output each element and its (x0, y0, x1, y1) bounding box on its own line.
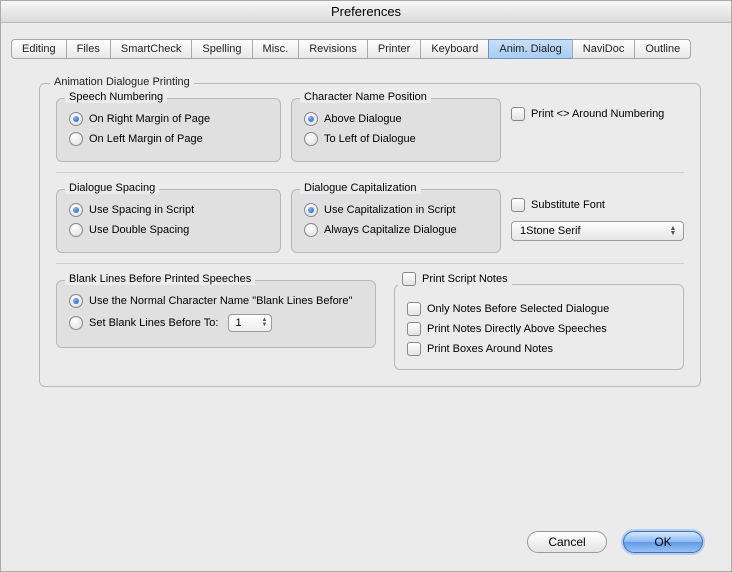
radio-label: Set Blank Lines Before To: (89, 317, 218, 329)
radio-icon (304, 112, 318, 126)
tab-revisions[interactable]: Revisions (298, 39, 367, 59)
radio-icon (304, 223, 318, 237)
check-boxes-around-notes[interactable]: Print Boxes Around Notes (407, 339, 671, 359)
font-select[interactable]: 1Stone Serif ▲▼ (511, 221, 684, 241)
window-title: Preferences (331, 4, 401, 19)
checkbox-icon (407, 322, 421, 336)
tab-spelling[interactable]: Spelling (191, 39, 251, 59)
stepper-value: 1 (235, 317, 241, 329)
radio-label: Always Capitalize Dialogue (324, 224, 457, 236)
radio-left-margin[interactable]: On Left Margin of Page (69, 129, 268, 149)
window-titlebar: Preferences (1, 1, 731, 23)
radio-icon (69, 316, 83, 330)
speech-numbering-fieldset: Speech Numbering On Right Margin of Page… (56, 98, 281, 162)
radio-icon (69, 203, 83, 217)
radio-spacing-script[interactable]: Use Spacing in Script (69, 200, 268, 220)
radio-label: Use the Normal Character Name "Blank Lin… (89, 295, 352, 307)
speech-numbering-legend: Speech Numbering (65, 91, 167, 103)
radio-label: On Right Margin of Page (89, 113, 210, 125)
radio-label: Use Double Spacing (89, 224, 189, 236)
radio-icon (69, 132, 83, 146)
blank-lines-stepper[interactable]: 1 ▲▼ (228, 314, 272, 332)
script-notes-fieldset: Print Script Notes Only Notes Before Sel… (394, 280, 684, 370)
tab-keyboard[interactable]: Keyboard (420, 39, 488, 59)
radio-above-dialogue[interactable]: Above Dialogue (304, 109, 488, 129)
radio-label: Use Capitalization in Script (324, 204, 455, 216)
button-label: Cancel (548, 535, 585, 549)
radio-double-spacing[interactable]: Use Double Spacing (69, 220, 268, 240)
check-only-notes-before[interactable]: Only Notes Before Selected Dialogue (407, 299, 671, 319)
blank-lines-legend: Blank Lines Before Printed Speeches (65, 273, 255, 285)
blank-lines-fieldset: Blank Lines Before Printed Speeches Use … (56, 280, 376, 348)
tab-files[interactable]: Files (66, 39, 110, 59)
group-title: Animation Dialogue Printing (50, 76, 194, 88)
dialogue-cap-legend: Dialogue Capitalization (300, 182, 421, 194)
cancel-button[interactable]: Cancel (527, 531, 607, 553)
dialogue-spacing-legend: Dialogue Spacing (65, 182, 159, 194)
radio-icon (304, 203, 318, 217)
radio-label: On Left Margin of Page (89, 133, 203, 145)
animation-dialogue-printing-group: Animation Dialogue Printing Speech Numbe… (39, 83, 701, 387)
tab-printer[interactable]: Printer (367, 39, 420, 59)
checkbox-icon (511, 198, 525, 212)
tab-anim-dialog[interactable]: Anim. Dialog (488, 39, 571, 59)
radio-icon (69, 223, 83, 237)
checkbox-label: Only Notes Before Selected Dialogue (427, 303, 609, 315)
select-value: 1Stone Serif (520, 225, 581, 237)
checkbox-icon (511, 107, 525, 121)
tab-navidoc[interactable]: NaviDoc (572, 39, 635, 59)
checkbox-icon (407, 302, 421, 316)
radio-cap-script[interactable]: Use Capitalization in Script (304, 200, 488, 220)
tab-smartcheck[interactable]: SmartCheck (110, 39, 192, 59)
checkbox-label: Print Notes Directly Above Speeches (427, 323, 607, 335)
content-pane: Animation Dialogue Printing Speech Numbe… (1, 59, 731, 387)
radio-blank-set[interactable]: Set Blank Lines Before To: 1 ▲▼ (69, 311, 363, 335)
radio-icon (69, 112, 83, 126)
checkbox-label: Print Boxes Around Notes (427, 343, 553, 355)
tab-bar: Editing Files SmartCheck Spelling Misc. … (11, 39, 721, 59)
radio-left-of-dialogue[interactable]: To Left of Dialogue (304, 129, 488, 149)
updown-arrows-icon: ▲▼ (667, 226, 679, 236)
dialogue-spacing-fieldset: Dialogue Spacing Use Spacing in Script U… (56, 189, 281, 253)
updown-arrows-icon: ▲▼ (259, 318, 269, 328)
radio-label: To Left of Dialogue (324, 133, 416, 145)
checkbox-label: Substitute Font (531, 199, 605, 211)
radio-icon (304, 132, 318, 146)
tab-misc[interactable]: Misc. (252, 39, 299, 59)
check-print-script-notes[interactable]: Print Script Notes (398, 272, 512, 286)
check-notes-above-speeches[interactable]: Print Notes Directly Above Speeches (407, 319, 671, 339)
dialogue-cap-fieldset: Dialogue Capitalization Use Capitalizati… (291, 189, 501, 253)
radio-right-margin[interactable]: On Right Margin of Page (69, 109, 268, 129)
checkbox-label: Print <> Around Numbering (531, 108, 664, 120)
dialog-footer: Cancel OK (527, 531, 703, 553)
radio-cap-always[interactable]: Always Capitalize Dialogue (304, 220, 488, 240)
char-name-pos-legend: Character Name Position (300, 91, 431, 103)
button-label: OK (654, 535, 671, 549)
char-name-pos-fieldset: Character Name Position Above Dialogue T… (291, 98, 501, 162)
tab-editing[interactable]: Editing (11, 39, 66, 59)
radio-icon (69, 294, 83, 308)
radio-blank-normal[interactable]: Use the Normal Character Name "Blank Lin… (69, 291, 363, 311)
check-print-around-numbering[interactable]: Print <> Around Numbering (511, 104, 684, 124)
ok-button[interactable]: OK (623, 531, 703, 553)
checkbox-label: Print Script Notes (422, 273, 508, 285)
checkbox-icon (402, 272, 416, 286)
radio-label: Above Dialogue (324, 113, 402, 125)
radio-label: Use Spacing in Script (89, 204, 194, 216)
tab-outline[interactable]: Outline (634, 39, 691, 59)
preferences-window: Preferences Editing Files SmartCheck Spe… (0, 0, 732, 572)
check-substitute-font[interactable]: Substitute Font (511, 195, 684, 215)
checkbox-icon (407, 342, 421, 356)
